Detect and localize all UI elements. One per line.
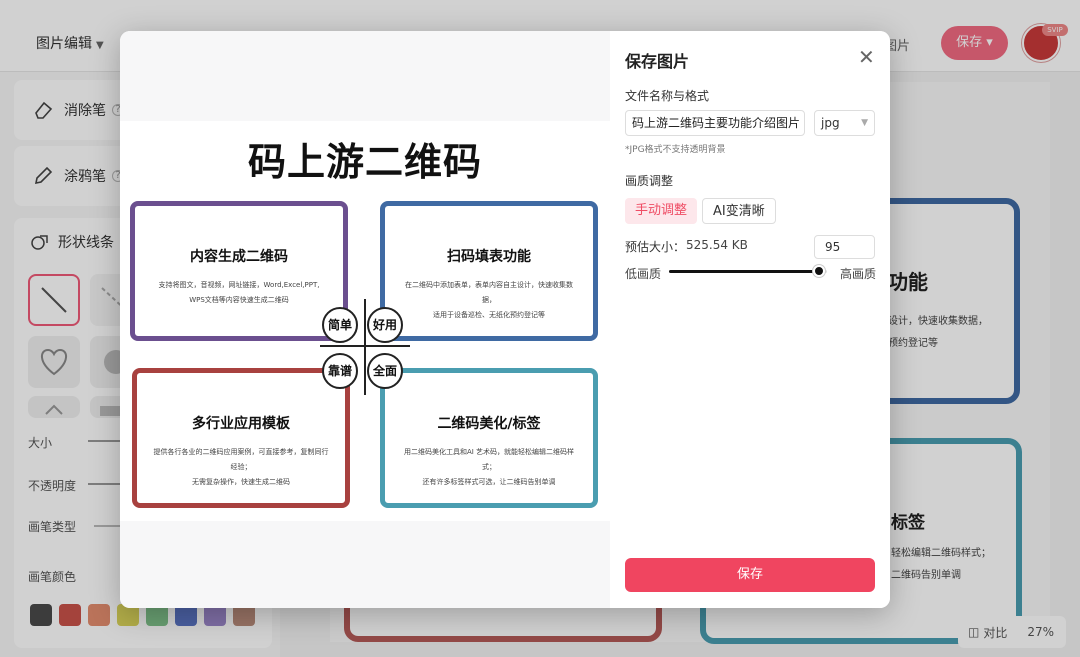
poster-card: 扫码填表功能 在二维码中添加表单，表单内容自主设计，快速收集数据， 适用于设备巡检… bbox=[380, 201, 598, 341]
high-quality-label: 高画质 bbox=[840, 267, 877, 281]
poster-card: 内容生成二维码 支持将图文，音视频，网址链接，Word,Excel,PPT, WP… bbox=[130, 201, 348, 341]
quality-slider-handle[interactable] bbox=[813, 265, 826, 277]
save-image-dialog: 码上游二维码 内容生成二维码 支持将图文，音视频，网址链接，Word,Excel… bbox=[120, 31, 890, 608]
poster-card-heading: 多行业应用模板 bbox=[192, 416, 290, 432]
tab-ai-enhance[interactable]: AI变清晰 bbox=[702, 198, 776, 224]
poster-card-text: 支持将图文，音视频，网址链接，Word,Excel,PPT, bbox=[158, 281, 320, 289]
poster-bubble: 全面 bbox=[367, 353, 403, 389]
poster-bubble: 简单 bbox=[322, 307, 358, 343]
poster-bubble: 好用 bbox=[367, 307, 403, 343]
size-estimate-label: 预估大小： bbox=[625, 240, 686, 254]
poster-card-text: 还有许多标签样式可选，让二维码告别单调 bbox=[422, 478, 556, 486]
quality-label: 画质调整 bbox=[625, 174, 674, 188]
tab-manual-adjust[interactable]: 手动调整 bbox=[625, 198, 698, 224]
poster-card: 二维码美化/标签 用二维码美化工具和AI 艺术码，就能轻松编辑二维码样式； 还有许… bbox=[380, 368, 598, 508]
size-estimate-value: 525.54 KB bbox=[686, 238, 748, 252]
save-settings-panel: 保存图片 ✕ 文件名称与格式 码上游二维码主要功能介绍图片 jpg ▼ *JPG… bbox=[610, 31, 890, 608]
poster-card-text: 无需复杂操作，快速生成二维码 bbox=[192, 478, 290, 486]
poster-card-heading: 内容生成二维码 bbox=[190, 249, 288, 265]
poster-card-heading: 扫码填表功能 bbox=[447, 249, 531, 265]
format-note: *JPG格式不支持透明背景 bbox=[625, 145, 726, 155]
quality-slider[interactable] bbox=[669, 265, 827, 277]
connector-line bbox=[320, 345, 410, 347]
close-icon[interactable]: ✕ bbox=[858, 47, 875, 67]
save-button[interactable]: 保存 bbox=[625, 558, 875, 592]
file-name-label: 文件名称与格式 bbox=[625, 89, 710, 103]
quality-slider-fill bbox=[669, 270, 820, 273]
dialog-title: 保存图片 bbox=[625, 52, 690, 71]
connector-line bbox=[364, 299, 366, 395]
low-quality-label: 低画质 bbox=[625, 267, 662, 281]
poster-bubble: 靠谱 bbox=[322, 353, 358, 389]
poster-card-text: 适用于设备巡检、无纸化预约登记等 bbox=[433, 311, 545, 319]
quality-input[interactable]: 95 bbox=[814, 235, 875, 259]
image-preview: 码上游二维码 内容生成二维码 支持将图文，音视频，网址链接，Word,Excel… bbox=[120, 31, 610, 608]
poster-card: 多行业应用模板 提供各行各业的二维码应用案例，可直接参考，复制同行经验； 无需复杂… bbox=[132, 368, 350, 508]
chevron-down-icon: ▼ bbox=[861, 118, 868, 128]
poster-card-heading: 二维码美化/标签 bbox=[437, 416, 541, 432]
file-name-input[interactable]: 码上游二维码主要功能介绍图片 bbox=[625, 110, 805, 136]
format-value: jpg bbox=[821, 116, 840, 130]
poster-card-text: 用二维码美化工具和AI 艺术码，就能轻松编辑二维码样式； bbox=[403, 448, 575, 471]
poster-card-text: 在二维码中添加表单，表单内容自主设计，快速收集数据， bbox=[405, 281, 573, 304]
poster-card-text: WPS文档等内容快速生成二维码 bbox=[189, 296, 289, 304]
poster-card-text: 提供各行各业的二维码应用案例，可直接参考，复制同行经验； bbox=[153, 448, 329, 471]
poster-title: 码上游二维码 bbox=[247, 140, 482, 184]
format-select[interactable]: jpg ▼ bbox=[814, 110, 875, 136]
